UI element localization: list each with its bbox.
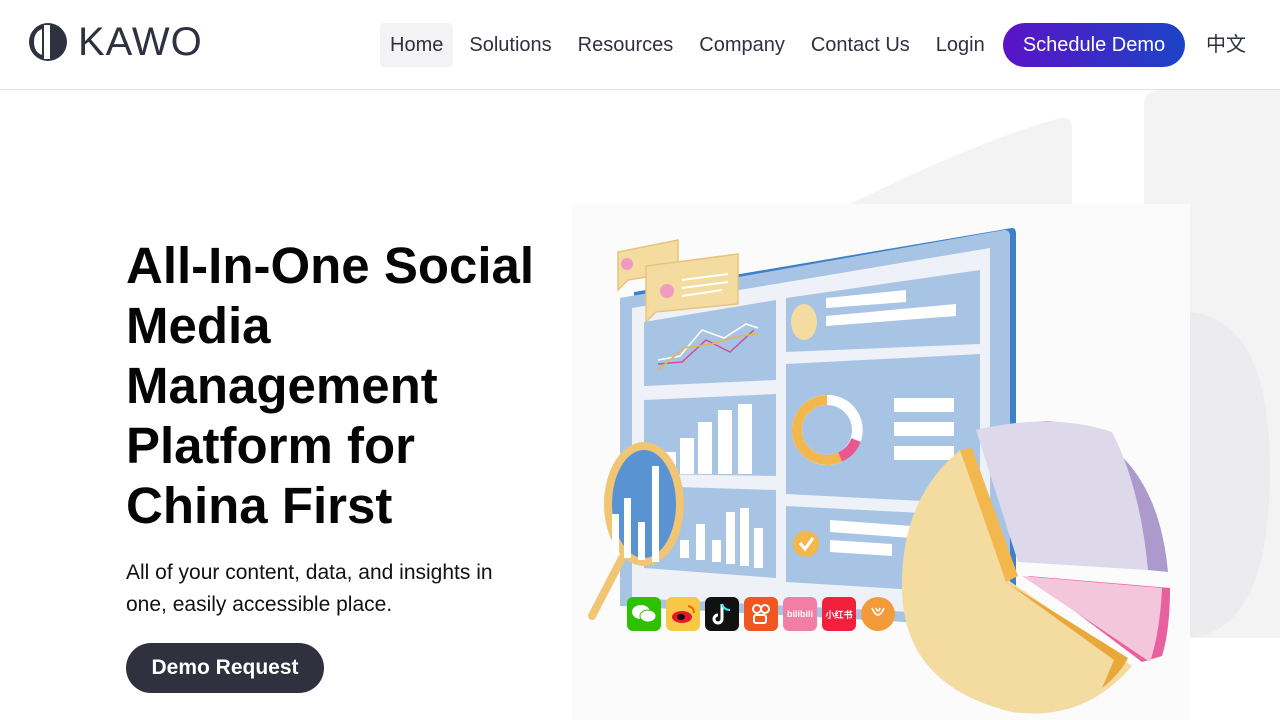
nav-login[interactable]: Login (926, 23, 995, 67)
nav-solutions[interactable]: Solutions (459, 23, 561, 67)
demo-request-button[interactable]: Demo Request (126, 643, 324, 693)
bilibili-label: bilibili (787, 609, 813, 619)
douyin-icon (705, 597, 739, 631)
xiaohongshu-icon: 小红书 (822, 597, 856, 631)
hero-subtitle: All of your content, data, and insights … (126, 561, 493, 616)
wechat-icon (627, 597, 661, 631)
dashboard-illustration (572, 204, 1190, 720)
logo-text: KAWO (78, 20, 203, 64)
weibo-icon (666, 597, 700, 631)
nav-contact-us[interactable]: Contact Us (801, 23, 920, 67)
schedule-demo-button[interactable]: Schedule Demo (1003, 23, 1185, 67)
xiaohongshu-label: 小红书 (825, 609, 853, 620)
bilibili-icon: bilibili (783, 597, 817, 631)
nav-company[interactable]: Company (689, 23, 795, 67)
language-switch[interactable]: 中文 (1206, 23, 1246, 67)
kuaishou-icon (744, 597, 778, 631)
nav-resources[interactable]: Resources (568, 23, 684, 67)
main-nav: Home Solutions Resources Company Contact… (380, 23, 1001, 67)
site-header: KAWO Home Solutions Resources Company Co… (0, 0, 1280, 90)
social-platform-icons: bilibili 小红书 (627, 597, 900, 633)
kawo-logo[interactable]: KAWO (28, 22, 203, 62)
toutiao-icon (861, 597, 895, 631)
hero-title: All-In-One Social Media Management Platf… (126, 237, 535, 534)
nav-home[interactable]: Home (380, 23, 454, 67)
kawo-logo-icon (29, 23, 67, 61)
